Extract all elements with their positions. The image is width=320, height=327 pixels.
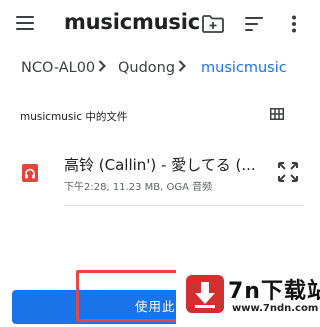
list-divider — [64, 205, 304, 206]
chevron-right-icon — [178, 60, 186, 72]
section-header: musicmusic 中的文件 — [20, 111, 128, 123]
watermark-brand: 7n下载站 — [228, 279, 320, 304]
expand-preview-icon[interactable] — [278, 162, 298, 182]
create-new-folder-icon[interactable] — [202, 15, 224, 33]
breadcrumb-item-qudong[interactable]: Qudong — [118, 60, 175, 76]
audio-file-icon — [22, 164, 38, 182]
watermark-url: www.7ndn.com — [232, 303, 319, 314]
app-bar: musicmusic — [0, 0, 320, 50]
file-list-item[interactable]: 高铃 (Callin') - 愛してる (... 下午2:28, 11.23 M… — [0, 142, 320, 202]
app-title: musicmusic — [64, 10, 200, 34]
grid-view-icon[interactable] — [270, 108, 284, 120]
more-vert-icon[interactable] — [291, 15, 297, 33]
watermark: 7n下载站 www.7ndn.com — [176, 263, 320, 327]
chevron-right-icon — [98, 60, 106, 72]
breadcrumb-item-root[interactable]: NCO-AL00 — [21, 60, 95, 76]
breadcrumb: NCO-AL00 Qudong musicmusic — [0, 54, 320, 84]
download-arrow-icon — [186, 275, 224, 313]
file-name: 高铃 (Callin') - 愛してる (... — [64, 156, 256, 174]
file-meta: 下午2:28, 11.23 MB, OGA 音频 — [64, 182, 213, 193]
hamburger-menu-icon[interactable] — [16, 16, 34, 30]
sort-icon[interactable] — [245, 16, 263, 32]
breadcrumb-item-current: musicmusic — [201, 60, 287, 76]
